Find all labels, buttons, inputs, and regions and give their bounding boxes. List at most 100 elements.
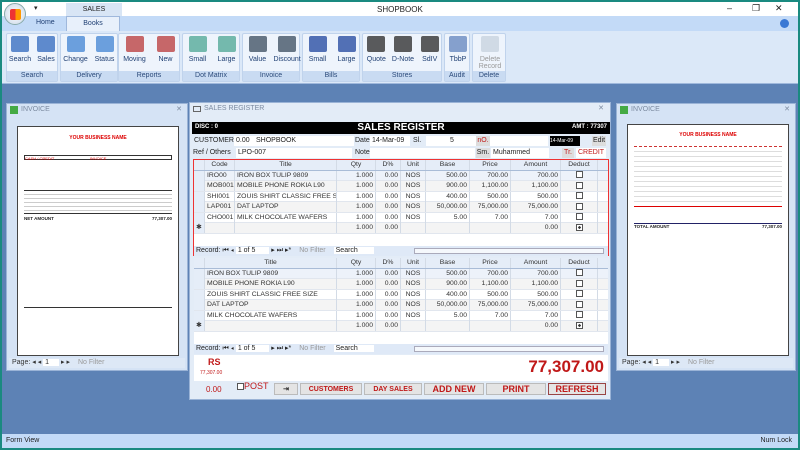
salesman-field[interactable]: Muhammed <box>491 148 549 158</box>
next-last-new-icon[interactable]: ▸ ⏭ ▸* <box>269 345 293 352</box>
record-field[interactable]: 1 of 5 <box>235 345 270 352</box>
deduct-checkbox[interactable] <box>575 269 583 277</box>
cell-title[interactable]: MOBILE PHONE ROKIA L90 <box>235 181 337 191</box>
table-row[interactable]: IRON BOX TULIP 9809 1.000 0.00 NOS 500.00 700… <box>194 268 608 279</box>
ribbon-button-delete-record[interactable]: Delete Record <box>477 36 503 70</box>
cell-deduct[interactable] <box>561 300 598 310</box>
cell-title[interactable]: IRON BOX TULIP 9809 <box>235 170 337 181</box>
ribbon-button-search[interactable]: Search <box>7 36 33 63</box>
column-header-deduct[interactable]: Deduct <box>561 258 598 268</box>
column-header-title[interactable]: Title <box>205 258 337 268</box>
cell-deduct[interactable] <box>561 223 598 233</box>
column-header-title[interactable]: Title <box>235 160 337 170</box>
page-navigation[interactable]: Page: ◂ ◂ 1 ▸ ▸ No Filter <box>619 358 793 368</box>
first-prev-icon[interactable]: ⏮ ◂ <box>221 345 236 352</box>
column-header-code[interactable]: Code <box>205 160 235 170</box>
column-header-amount[interactable]: Amount <box>511 160 561 170</box>
cell-price[interactable]: 7.00 <box>470 212 511 223</box>
table-row[interactable]: MILK CHOCOLATE WAFERS 1.000 0.00 NOS 5.00 7.0… <box>194 310 608 321</box>
cell-price[interactable]: 700.00 <box>470 170 511 181</box>
deduct-checkbox[interactable] <box>575 279 583 287</box>
table-row[interactable]: LAP001 DAT LAPTOP 1.000 0.00 NOS 50,000.00 75,… <box>194 202 608 213</box>
cell-disc[interactable]: 0.00 <box>376 279 401 289</box>
row-selector[interactable] <box>194 279 205 289</box>
cell-price[interactable]: 75,000.00 <box>470 300 511 310</box>
cell-amount[interactable]: 1,100.00 <box>511 279 561 289</box>
cell-base[interactable]: 50,000.00 <box>426 202 470 212</box>
table-row[interactable]: MOB001 MOBILE PHONE ROKIA L90 1.000 0.00 NOS… <box>194 181 608 192</box>
cell-price[interactable]: 7.00 <box>470 310 511 321</box>
cell-base[interactable]: 900.00 <box>426 181 470 191</box>
cell-disc[interactable]: 0.00 <box>376 321 401 331</box>
cell-amount[interactable]: 700.00 <box>511 268 561 279</box>
cell-qty[interactable]: 1.000 <box>337 300 376 310</box>
cell-title[interactable] <box>205 321 337 331</box>
ribbon-button-change[interactable]: Change <box>63 36 89 63</box>
ribbon-button-moving[interactable]: Moving <box>122 36 148 63</box>
column-header-qty[interactable]: Qty <box>337 160 376 170</box>
cell-qty[interactable]: 1.000 <box>337 212 376 223</box>
table-row[interactable]: CHO001 MILK CHOCOLATE WAFERS 1.000 0.00 NOS 5… <box>194 212 608 223</box>
cell-qty[interactable]: 1.000 <box>337 191 376 202</box>
cell-unit[interactable]: NOS <box>401 300 426 310</box>
cell-title[interactable]: MOBILE PHONE ROKIA L90 <box>205 279 337 289</box>
tab-home[interactable]: Home <box>36 19 55 26</box>
cell-amount[interactable]: 7.00 <box>511 212 561 223</box>
search-input[interactable]: Search <box>333 247 374 254</box>
new-row[interactable]: ✱ 1.000 0.00 0.00 <box>194 321 608 332</box>
page-navigation[interactable]: Page: ◂ ◂ 1 ▸ ▸ No Filter <box>9 358 185 368</box>
row-selector[interactable] <box>194 300 205 310</box>
cell-unit[interactable]: NOS <box>401 268 426 279</box>
cell-title[interactable]: MILK CHOCOLATE WAFERS <box>235 212 337 223</box>
date-field[interactable]: 14-Mar-09 <box>370 136 410 146</box>
cell-price[interactable]: 75,000.00 <box>470 202 511 212</box>
cell-price[interactable]: 500.00 <box>470 191 511 202</box>
ref-field[interactable]: LPO-007 <box>236 148 352 158</box>
cell-title[interactable]: DAT LAPTOP <box>235 202 337 212</box>
deduct-checkbox[interactable] <box>575 223 583 231</box>
deduct-checkbox[interactable] <box>575 181 583 189</box>
tr-field[interactable]: CREDIT <box>576 148 606 158</box>
ribbon-button-small[interactable]: Small <box>305 36 331 63</box>
cell-qty[interactable]: 1.000 <box>337 279 376 289</box>
close-button[interactable]: ✕ <box>775 3 783 14</box>
ribbon-button-quote[interactable]: Quote <box>363 36 389 63</box>
record-navigator[interactable]: Record: ⏮ ◂ 1 of 5 ▸ ⏭ ▸* No Filter Searc… <box>194 344 608 354</box>
cell-unit[interactable] <box>401 223 426 233</box>
note-field[interactable] <box>370 148 475 158</box>
column-header-disc[interactable]: D% <box>376 160 401 170</box>
cell-title[interactable]: ZOUIS SHIRT CLASSIC FREE SIZE <box>205 289 337 300</box>
cell-price[interactable]: 700.00 <box>470 268 511 279</box>
cell-qty[interactable]: 1.000 <box>337 181 376 191</box>
cell-disc[interactable]: 0.00 <box>376 289 401 300</box>
close-icon[interactable]: ✕ <box>176 104 182 116</box>
column-header-unit[interactable]: Unit <box>401 160 426 170</box>
first-prev-icon[interactable]: ⏮ ◂ <box>221 247 236 254</box>
row-selector[interactable]: ✱ <box>194 223 205 233</box>
record-field[interactable]: 1 of 5 <box>235 247 270 254</box>
cell-deduct[interactable] <box>561 181 598 191</box>
column-header-amount[interactable]: Amount <box>511 258 561 268</box>
help-icon[interactable] <box>780 19 789 28</box>
cell-deduct[interactable] <box>561 191 598 202</box>
cell-price[interactable]: 500.00 <box>470 289 511 300</box>
cell-base[interactable]: 900.00 <box>426 279 470 289</box>
cell-base[interactable] <box>426 223 470 233</box>
column-header-unit[interactable]: Unit <box>401 258 426 268</box>
horizontal-scrollbar[interactable] <box>414 346 604 352</box>
cell-qty[interactable]: 1.000 <box>337 202 376 212</box>
cell-base[interactable]: 50,000.00 <box>426 300 470 310</box>
close-icon[interactable]: ✕ <box>784 104 790 116</box>
cell-amount[interactable]: 500.00 <box>511 191 561 202</box>
deduct-checkbox[interactable] <box>575 171 583 179</box>
cell-deduct[interactable] <box>561 170 598 181</box>
cell-disc[interactable]: 0.00 <box>376 202 401 212</box>
add-new-button[interactable]: ADD NEW <box>424 383 484 395</box>
deduct-checkbox[interactable] <box>575 321 583 329</box>
cell-unit[interactable]: NOS <box>401 191 426 202</box>
ribbon-button-status[interactable]: Status <box>92 36 118 63</box>
cell-amount[interactable]: 1,100.00 <box>511 181 561 191</box>
cell-disc[interactable]: 0.00 <box>376 212 401 223</box>
cell-price[interactable] <box>470 321 511 331</box>
cell-disc[interactable]: 0.00 <box>376 181 401 191</box>
